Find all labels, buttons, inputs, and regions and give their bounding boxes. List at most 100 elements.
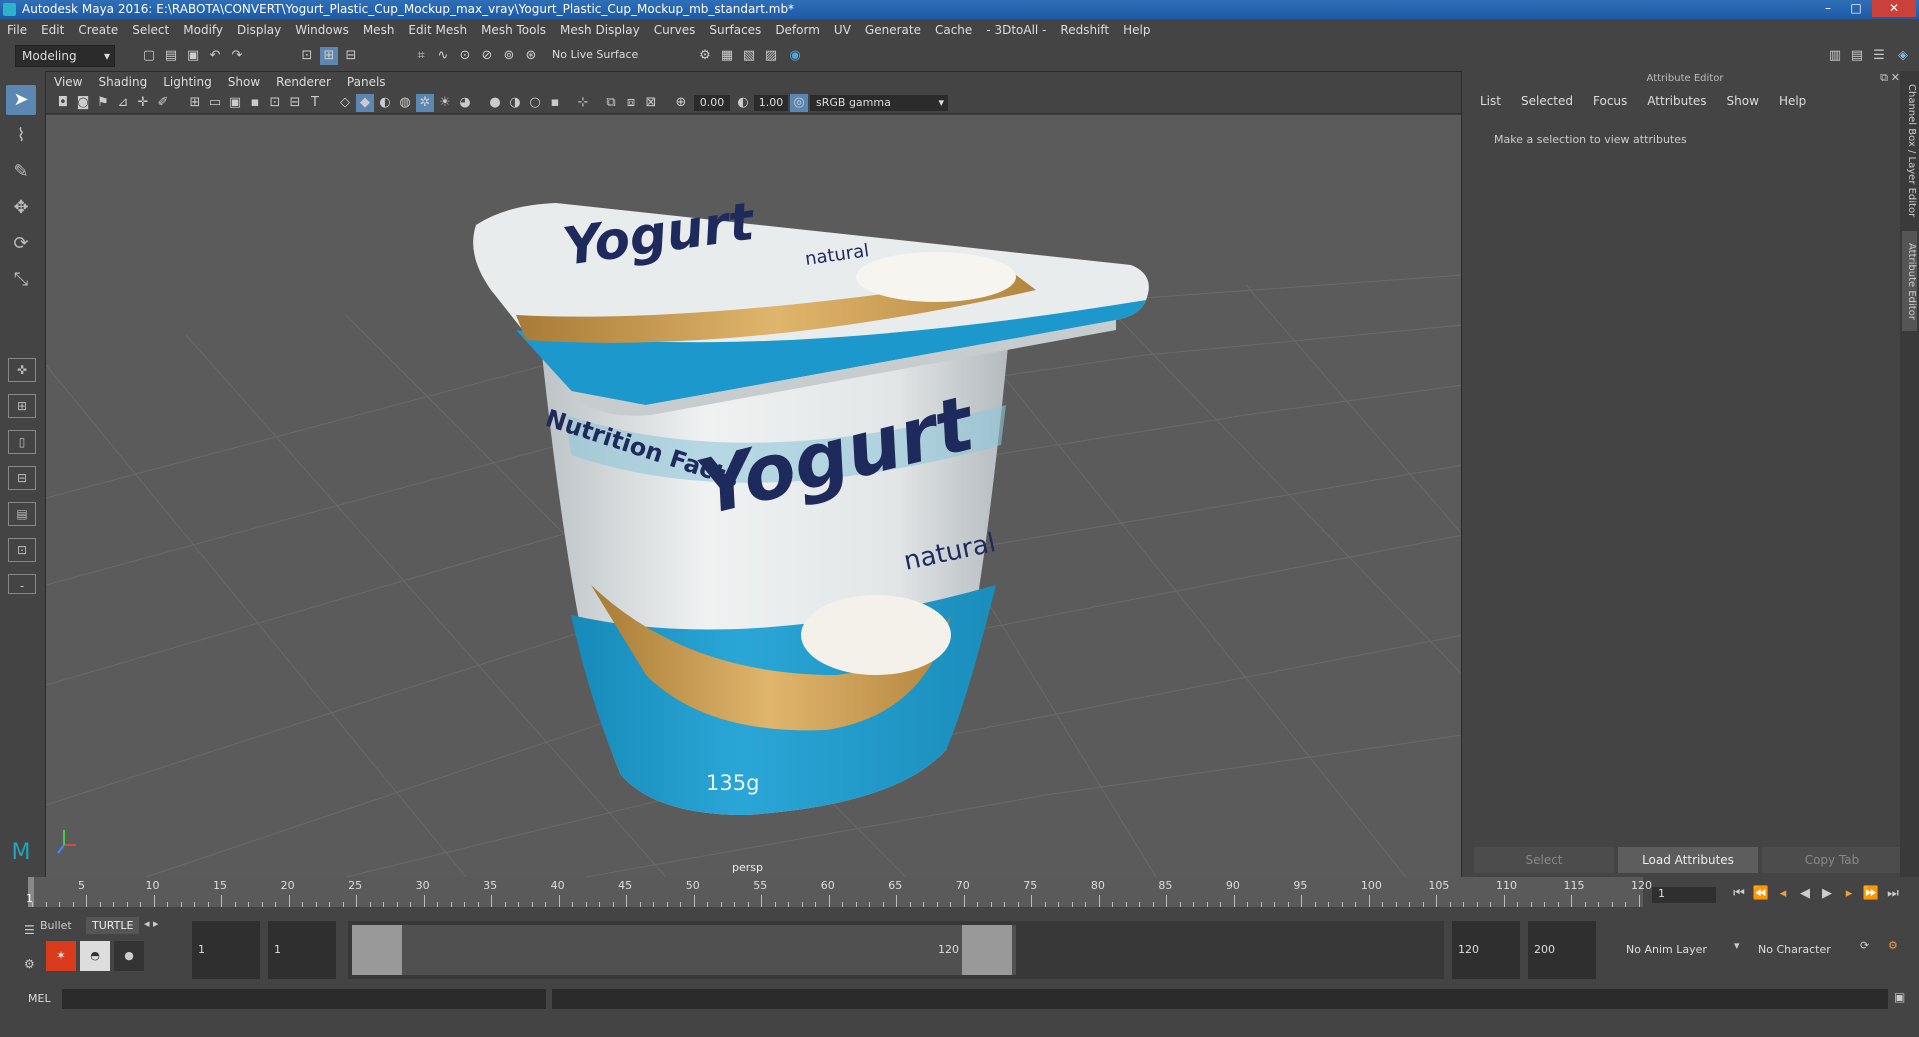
xray-components-icon[interactable]: ⧈	[622, 94, 640, 112]
shelf-tab-bullet[interactable]: Bullet	[40, 919, 72, 932]
float-panel-icon[interactable]: ⧉	[1880, 71, 1888, 85]
menu-generate[interactable]: Generate	[858, 19, 928, 41]
rotate-tool-icon[interactable]: ⟳	[6, 229, 36, 259]
graph-layout-icon[interactable]: ⊟	[8, 466, 36, 490]
menu-deform[interactable]: Deform	[768, 19, 827, 41]
menu-mesh-tools[interactable]: Mesh Tools	[474, 19, 553, 41]
exposure-field[interactable]: 0.00	[694, 95, 730, 111]
grease-pencil-icon[interactable]: ✐	[154, 94, 172, 112]
open-scene-icon[interactable]: ▤	[162, 47, 180, 65]
select-tool-icon[interactable]: ➤	[6, 85, 36, 115]
step-back-frame-icon[interactable]: ◂	[1774, 885, 1792, 903]
gamma-icon[interactable]: ◐	[734, 94, 752, 112]
shelf-tab-turtle[interactable]: TURTLE	[86, 917, 140, 934]
single-pane-layout-icon[interactable]: ✜	[8, 358, 36, 382]
chevron-down-icon[interactable]: ▾	[1734, 939, 1740, 952]
new-scene-icon[interactable]: ▢	[140, 47, 158, 65]
script-language-label[interactable]: MEL	[28, 992, 51, 1005]
menu-uv[interactable]: UV	[827, 19, 858, 41]
vp-menu-panels[interactable]: Panels	[339, 72, 394, 92]
wireframe-icon[interactable]: ◇	[336, 94, 354, 112]
redo-icon[interactable]: ↷	[228, 47, 246, 65]
image-plane-icon[interactable]: ⊿	[114, 94, 132, 112]
snap-view-icon[interactable]: ⊘	[478, 47, 496, 65]
bookmark-icon[interactable]: ⚑	[94, 94, 112, 112]
range-start-handle[interactable]	[352, 925, 402, 975]
resolution-gate-icon[interactable]: ▣	[226, 94, 244, 112]
textured-icon[interactable]: ◍	[396, 94, 414, 112]
playback-start-field[interactable]: 1	[268, 921, 336, 979]
go-to-end-icon[interactable]: ⏭	[1884, 885, 1902, 903]
gate-mask-icon[interactable]: ▪	[246, 94, 264, 112]
turtle-bake-icon[interactable]: ◓	[80, 941, 110, 971]
snap-grid-icon[interactable]: ⌗	[412, 47, 430, 65]
menu-3dtoall[interactable]: - 3DtoAll -	[979, 19, 1053, 41]
save-scene-icon[interactable]: ▣	[184, 47, 202, 65]
viewport-canvas[interactable]: Yogurt natural Yogurt natural Nutrition …	[46, 115, 1461, 877]
outliner-icon[interactable]: ☰	[1870, 47, 1888, 65]
select-hierarchy-icon[interactable]: ⊡	[298, 47, 316, 65]
turtle-sphere-icon[interactable]: ●	[114, 941, 144, 971]
menu-create[interactable]: Create	[71, 19, 125, 41]
ae-menu-selected[interactable]: Selected	[1511, 91, 1583, 111]
xray-icon[interactable]: ⊹	[574, 94, 592, 112]
step-back-key-icon[interactable]: ⏪	[1752, 885, 1770, 903]
attribute-editor-tab[interactable]: Attribute Editor	[1902, 231, 1917, 331]
paint-select-icon[interactable]: ✎	[6, 157, 36, 187]
motion-blur-icon[interactable]: ●	[486, 94, 504, 112]
two-pane-layout-icon[interactable]: ▯	[8, 430, 36, 454]
step-forward-key-icon[interactable]: ⏩	[1862, 885, 1880, 903]
select-object-icon[interactable]: ⊞	[320, 47, 338, 65]
vp-menu-lighting[interactable]: Lighting	[155, 72, 220, 92]
step-forward-frame-icon[interactable]: ▸	[1840, 885, 1858, 903]
range-end-handle[interactable]	[962, 925, 1012, 975]
menu-file[interactable]: File	[0, 19, 34, 41]
snap-point-icon[interactable]: ⊙	[456, 47, 474, 65]
menu-select[interactable]: Select	[125, 19, 176, 41]
modeling-toolkit-icon[interactable]: ▤	[1848, 47, 1866, 65]
ae-menu-attributes[interactable]: Attributes	[1637, 91, 1716, 111]
ae-menu-help[interactable]: Help	[1769, 91, 1816, 111]
vp-menu-renderer[interactable]: Renderer	[268, 72, 339, 92]
render-frame-icon[interactable]: ▦	[718, 47, 736, 65]
snap-surface-icon[interactable]: ⊚	[500, 47, 518, 65]
vp-menu-view[interactable]: View	[46, 72, 90, 92]
script-editor-icon[interactable]: ▣	[1894, 990, 1905, 1004]
isolate-select-icon[interactable]: ▪	[546, 94, 564, 112]
go-to-start-icon[interactable]: ⏮	[1730, 885, 1748, 903]
four-pane-layout-icon[interactable]: ⊞	[8, 394, 36, 418]
use-all-lights-icon[interactable]: ✲	[416, 94, 434, 112]
ae-menu-show[interactable]: Show	[1717, 91, 1769, 111]
gamma-field[interactable]: 1.00	[754, 95, 788, 111]
auto-key-icon[interactable]: ⟳	[1860, 939, 1869, 952]
play-backward-icon[interactable]: ◀	[1796, 885, 1814, 903]
scale-tool-icon[interactable]: ⤡	[6, 265, 36, 295]
menu-redshift[interactable]: Redshift	[1053, 19, 1116, 41]
command-input[interactable]	[62, 989, 546, 1009]
menu-cache[interactable]: Cache	[928, 19, 979, 41]
hypershade-layout-icon[interactable]: ⊡	[8, 538, 36, 562]
shelf-gear-icon[interactable]: ⚙	[24, 957, 35, 971]
undo-icon[interactable]: ↶	[206, 47, 224, 65]
depth-of-field-icon[interactable]: ○	[526, 94, 544, 112]
copy-tab-button[interactable]: Copy Tab	[1762, 847, 1902, 873]
close-button[interactable]: ✕	[1872, 0, 1916, 17]
collapse-icon[interactable]: -	[8, 574, 36, 594]
wireframe-on-shaded-icon[interactable]: ◐	[376, 94, 394, 112]
make-live-icon[interactable]: ⊛	[522, 47, 540, 65]
menu-display[interactable]: Display	[230, 19, 288, 41]
channel-box-icon[interactable]: ◈	[1894, 47, 1912, 65]
live-surface-label[interactable]: No Live Surface	[552, 48, 638, 61]
ae-menu-focus[interactable]: Focus	[1583, 91, 1637, 111]
range-slider-track[interactable]: 1 120	[348, 921, 1444, 979]
maximize-button[interactable]: □	[1843, 0, 1869, 17]
colorspace-dropdown[interactable]: sRGB gamma ▾	[810, 95, 948, 111]
menu-curves[interactable]: Curves	[647, 19, 703, 41]
render-view-icon[interactable]: ▨	[762, 47, 780, 65]
end-frame-field[interactable]: 200	[1528, 921, 1596, 979]
menu-edit[interactable]: Edit	[34, 19, 71, 41]
vp-menu-shading[interactable]: Shading	[90, 72, 155, 92]
menu-surfaces[interactable]: Surfaces	[702, 19, 768, 41]
current-frame-field[interactable]: 1	[1652, 887, 1716, 903]
camera-icon[interactable]: ◘	[54, 94, 72, 112]
